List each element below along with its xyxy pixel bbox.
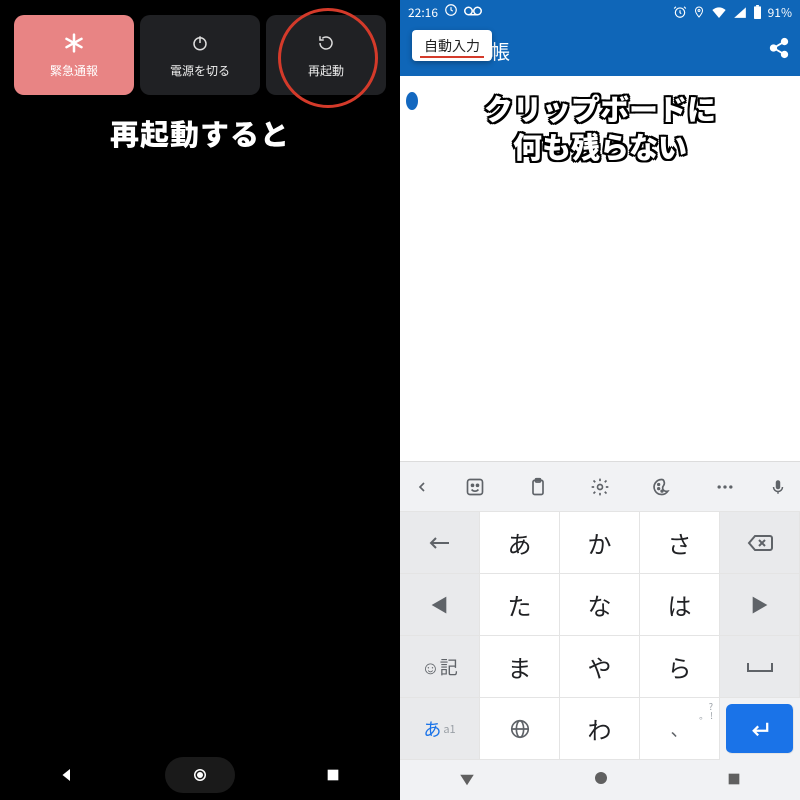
alarm-icon	[673, 5, 687, 19]
nav-recents-button-2[interactable]	[726, 768, 742, 792]
left-screenshot: 緊急通報 電源を切る 再起動 再起動すると	[0, 0, 400, 800]
status-app-icon	[444, 3, 458, 21]
emergency-label: 緊急通報	[50, 62, 98, 79]
right-screenshot: 22:16 91% 自動入力 帳 クリップボードに 何も残らない	[400, 0, 800, 800]
android-nav-bar	[0, 750, 400, 800]
battery-icon	[753, 5, 762, 19]
shutdown-label: 電源を切る	[170, 62, 230, 79]
key-ha[interactable]: は	[640, 574, 720, 636]
power-icon	[189, 32, 211, 54]
kb-clipboard-button[interactable]	[506, 477, 568, 497]
voicemail-icon	[464, 4, 482, 21]
kb-collapse-button[interactable]	[400, 479, 444, 495]
right-caption-line2: 何も残らない	[400, 128, 800, 166]
kb-more-button[interactable]	[694, 477, 756, 497]
keyboard-keys: あ か さ ◀ た な は ▶ ☺記 ま や ら あa1 わ 、 ? 。 !	[400, 512, 800, 760]
kb-mic-button[interactable]	[756, 478, 800, 496]
key-wa[interactable]: わ	[560, 698, 640, 760]
location-icon	[693, 5, 705, 19]
nav-back-button[interactable]	[32, 757, 102, 793]
key-ma[interactable]: ま	[480, 636, 560, 698]
status-time: 22:16	[408, 4, 438, 21]
autofill-chip[interactable]: 自動入力	[412, 30, 492, 61]
power-menu: 緊急通報 電源を切る 再起動	[14, 15, 386, 95]
signal-icon	[733, 6, 747, 18]
key-enter[interactable]	[726, 704, 794, 754]
kb-theme-button[interactable]	[631, 477, 693, 497]
keyboard-toolbar	[400, 462, 800, 512]
key-ta[interactable]: た	[480, 574, 560, 636]
key-space[interactable]	[720, 636, 800, 698]
punct-superscripts: ? 。 !	[699, 702, 713, 720]
key-ka[interactable]: か	[560, 512, 640, 574]
key-sa[interactable]: さ	[640, 512, 720, 574]
app-bar: 自動入力 帳	[400, 24, 800, 76]
key-left[interactable]: ◀	[400, 574, 480, 636]
key-punct[interactable]: 、 ? 。 !	[640, 698, 720, 760]
key-right[interactable]: ▶	[720, 574, 800, 636]
android-nav-bar-right	[400, 760, 800, 800]
nav-recents-button[interactable]	[298, 757, 368, 793]
restart-button[interactable]: 再起動	[266, 15, 386, 95]
wifi-icon	[711, 6, 727, 18]
key-backspace[interactable]	[720, 512, 800, 574]
nav-home-button-2[interactable]	[592, 768, 610, 792]
key-ra[interactable]: ら	[640, 636, 720, 698]
right-caption-line1: クリップボードに	[400, 90, 800, 128]
app-title: 帳	[490, 36, 510, 65]
shutdown-button[interactable]: 電源を切る	[140, 15, 260, 95]
restart-label: 再起動	[308, 62, 344, 79]
autofill-label: 自動入力	[424, 36, 480, 56]
key-undo[interactable]	[400, 512, 480, 574]
key-emoji-symbol[interactable]: ☺記	[400, 636, 480, 698]
asterisk-icon	[63, 32, 85, 54]
nav-home-button[interactable]	[165, 757, 235, 793]
share-button[interactable]	[768, 36, 790, 65]
restart-icon	[315, 32, 337, 54]
key-globe[interactable]	[480, 698, 560, 760]
soft-keyboard: あ か さ ◀ た な は ▶ ☺記 ま や ら あa1 わ 、 ? 。 !	[400, 461, 800, 760]
nav-back-button-2[interactable]	[458, 768, 476, 792]
kb-sticker-button[interactable]	[444, 477, 506, 497]
key-na[interactable]: な	[560, 574, 640, 636]
key-input-mode[interactable]: あa1	[400, 698, 480, 760]
key-ya[interactable]: や	[560, 636, 640, 698]
key-a[interactable]: あ	[480, 512, 560, 574]
right-caption: クリップボードに 何も残らない	[400, 90, 800, 165]
emergency-call-button[interactable]: 緊急通報	[14, 15, 134, 95]
status-bar: 22:16 91%	[400, 0, 800, 24]
kb-settings-button[interactable]	[569, 477, 631, 497]
left-caption: 再起動すると	[0, 112, 400, 154]
battery-text: 91%	[768, 4, 792, 21]
